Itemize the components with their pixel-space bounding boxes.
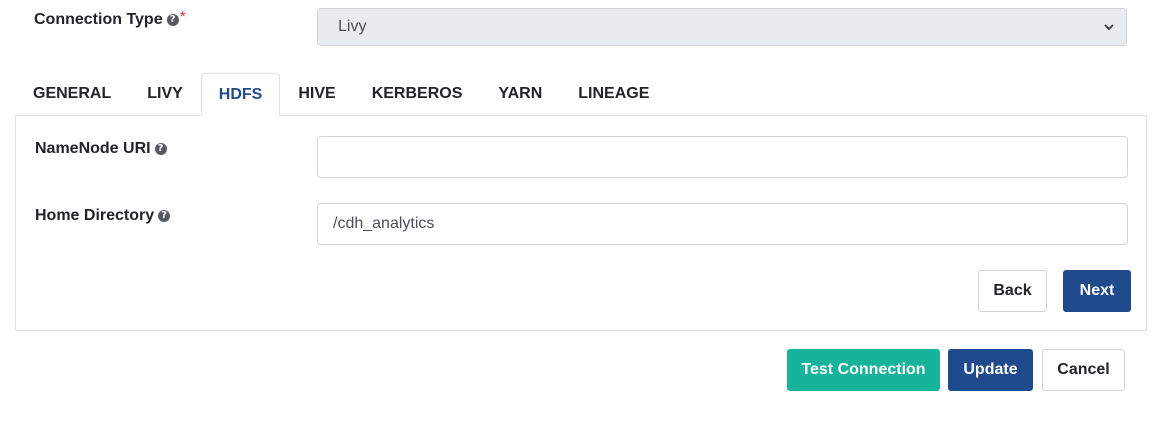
question-circle-icon[interactable]: ? [154,143,167,155]
back-button[interactable]: Back [978,270,1047,312]
tab-label: HIVE [298,85,336,102]
tab-label: HDFS [218,85,263,103]
tab-yarn[interactable]: YARN [480,73,560,115]
tab-general[interactable]: GENERAL [15,73,129,115]
namenode-uri-label: NameNode URI ? [35,140,167,158]
back-button-label: Back [993,282,1032,299]
required-marker: * [179,9,186,26]
home-directory-label-text: Home Directory [35,207,155,224]
tab-label: LINEAGE [578,85,650,102]
home-directory-label: Home Directory ? [35,207,171,225]
tab-hive[interactable]: HIVE [280,73,353,115]
connection-type-select[interactable]: Livy [317,8,1127,46]
tab-label: KERBEROS [371,85,463,102]
test-connection-button-label: Test Connection [801,361,926,378]
test-connection-button[interactable]: Test Connection [787,349,940,391]
tab-lineage[interactable]: LINEAGE [560,73,667,115]
cancel-button[interactable]: Cancel [1042,349,1125,391]
question-circle-icon[interactable]: ? [158,210,171,222]
tab-hdfs[interactable]: HDFS [200,73,281,116]
home-directory-input[interactable] [317,203,1128,245]
tab-label: GENERAL [33,85,112,102]
next-button[interactable]: Next [1063,270,1131,312]
tab-livy[interactable]: LIVY [129,73,201,115]
update-button-label: Update [963,361,1018,378]
connection-type-label: Connection Type ? * [34,9,186,29]
connection-type-label-text: Connection Type [34,11,163,28]
tab-bar: GENERAL LIVY HDFS HIVE KERBEROS YARN LIN… [15,73,667,116]
namenode-uri-input[interactable] [317,136,1128,178]
chevron-down-icon [1104,24,1114,31]
namenode-uri-label-text: NameNode URI [35,140,151,157]
next-button-label: Next [1079,282,1115,299]
tab-kerberos[interactable]: KERBEROS [354,73,481,115]
update-button[interactable]: Update [948,349,1033,391]
hdfs-tab-panel: NameNode URI ? Home Directory ? Back Nex… [15,115,1147,331]
question-circle-icon[interactable]: ? [166,14,179,26]
connection-type-selected-value: Livy [338,18,367,35]
tab-label: LIVY [147,85,183,102]
cancel-button-label: Cancel [1057,361,1110,378]
tab-label: YARN [498,85,543,102]
